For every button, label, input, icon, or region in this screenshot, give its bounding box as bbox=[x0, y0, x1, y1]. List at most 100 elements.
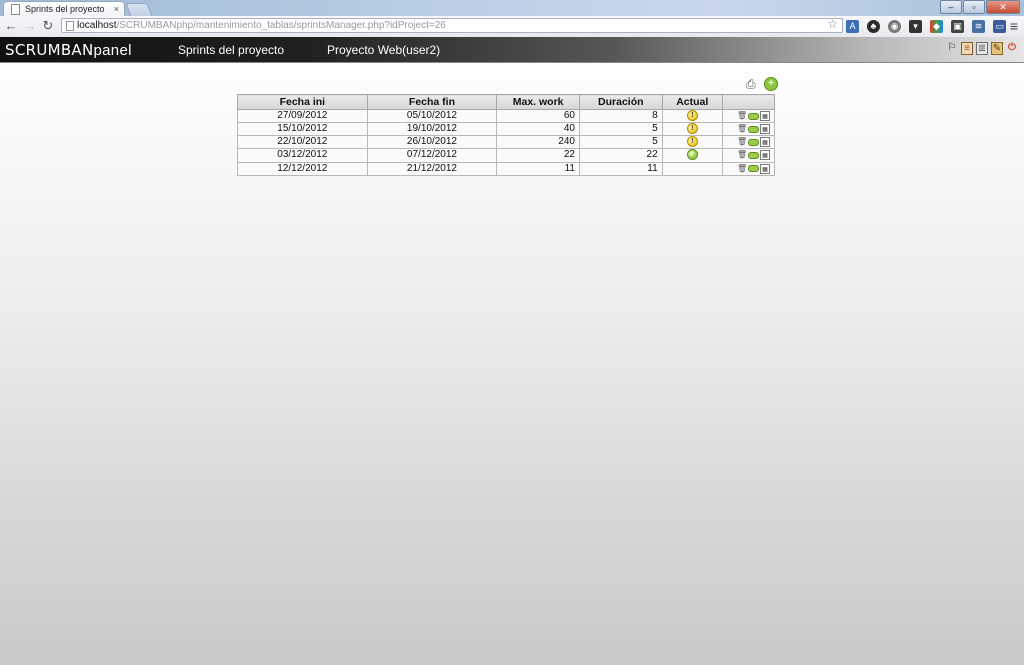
cell-row-actions: 🗑 ▦ bbox=[721, 108, 776, 124]
cell-row-actions: 🗑 ▦ bbox=[721, 122, 776, 137]
edit-icon[interactable] bbox=[748, 112, 759, 120]
cell-fecha-fin: 19/10/2012 bbox=[366, 122, 498, 137]
url-text: localhost/SCRUMBANphp/mantenimiento_tabl… bbox=[77, 19, 446, 32]
brand-part2: panel bbox=[93, 42, 132, 59]
cell-fecha-ini: 03/12/2012 bbox=[237, 148, 368, 163]
delete-icon[interactable]: 🗑 bbox=[737, 124, 747, 134]
calendar-icon[interactable]: ▦ bbox=[760, 150, 770, 161]
delete-icon[interactable]: 🗑 bbox=[737, 164, 747, 174]
table-row: 22/10/2012 26/10/2012 240 5! 🗑 ▦ bbox=[237, 135, 776, 150]
cell-duracion: 22 bbox=[578, 148, 663, 163]
edit-icon[interactable] bbox=[748, 138, 759, 146]
table-row: 03/12/2012 07/12/2012 22 22 ✓ 🗑 ▦ bbox=[237, 148, 776, 163]
nav-sprints-link[interactable]: Sprints del proyecto bbox=[178, 43, 284, 57]
cell-actual: ! bbox=[661, 135, 723, 150]
cell-max-work: 22 bbox=[496, 148, 580, 163]
window-close-button[interactable]: ✕ bbox=[986, 0, 1020, 14]
edit-icon[interactable] bbox=[748, 165, 759, 173]
new-tab-button[interactable] bbox=[125, 3, 153, 17]
calendar-icon[interactable]: ▦ bbox=[760, 111, 770, 122]
status-check-icon: ✓ bbox=[686, 149, 698, 161]
delete-icon[interactable]: 🗑 bbox=[737, 137, 747, 147]
document-icon[interactable]: ≣ bbox=[976, 42, 988, 55]
address-bar[interactable]: localhost/SCRUMBANphp/mantenimiento_tabl… bbox=[61, 18, 843, 33]
header-duracion[interactable]: Duración bbox=[578, 94, 663, 110]
tab-title: Sprints del proyecto bbox=[25, 4, 105, 14]
cell-duracion: 8 bbox=[578, 108, 663, 124]
url-host: localhost bbox=[77, 20, 117, 31]
maximize-button[interactable]: ▫ bbox=[963, 0, 985, 14]
cell-fecha-fin: 05/10/2012 bbox=[366, 108, 498, 124]
extension-pocket-icon[interactable]: ▾ bbox=[909, 20, 922, 33]
cell-fecha-fin: 21/12/2012 bbox=[366, 161, 498, 176]
brand-part1: SCRUMBAN bbox=[5, 41, 94, 59]
table-row: 15/10/2012 19/10/2012 40 5! 🗑 ▦ bbox=[237, 122, 776, 137]
cell-duracion: 11 bbox=[578, 161, 663, 176]
calendar-icon[interactable]: ▦ bbox=[760, 137, 770, 148]
row-actions: 🗑 ▦ bbox=[727, 163, 770, 174]
window-controls: – ▫ ✕ bbox=[939, 0, 1020, 14]
cell-fecha-fin: 26/10/2012 bbox=[366, 135, 498, 150]
header-max-work[interactable]: Max. work bbox=[496, 94, 580, 110]
table-actions: ⎙ + bbox=[746, 77, 778, 91]
page-icon bbox=[11, 4, 20, 15]
browser-menu-icon[interactable]: ≡ bbox=[1010, 18, 1018, 34]
extension-window-icon[interactable]: ▭ bbox=[993, 20, 1006, 33]
header-actual[interactable]: Actual bbox=[661, 94, 723, 110]
table-row: 27/09/2012 05/10/2012 60 8! 🗑 ▦ bbox=[237, 108, 776, 124]
browser-tab[interactable]: Sprints del proyecto × bbox=[3, 1, 125, 16]
cell-fecha-ini: 12/12/2012 bbox=[237, 161, 368, 176]
extension-screenshot-icon[interactable]: ▣ bbox=[951, 20, 964, 33]
runner-icon[interactable]: ⚐ bbox=[946, 42, 958, 55]
notebook-icon[interactable]: ≡ bbox=[961, 42, 973, 55]
cell-actual: ✓ bbox=[661, 148, 723, 163]
nav-project-link[interactable]: Proyecto Web(user2) bbox=[327, 43, 440, 57]
calendar-icon[interactable]: ▦ bbox=[760, 163, 770, 174]
power-icon[interactable]: ⏻ bbox=[1006, 42, 1018, 55]
extension-icons: A ♣ ◉ ▾ ◆ ▣ ≋ ▭ bbox=[846, 20, 1014, 33]
extension-wave-icon[interactable]: ≋ bbox=[972, 20, 985, 33]
browser-titlebar: Sprints del proyecto × – ▫ ✕ bbox=[0, 0, 1024, 17]
row-actions: 🗑 ▦ bbox=[727, 137, 770, 148]
add-sprint-icon[interactable]: + bbox=[764, 77, 778, 91]
cell-fecha-fin: 07/12/2012 bbox=[366, 148, 498, 163]
cell-row-actions: 🗑 ▦ bbox=[721, 161, 776, 176]
cell-fecha-ini: 27/09/2012 bbox=[237, 108, 368, 124]
cell-row-actions: 🗑 ▦ bbox=[721, 148, 776, 163]
app-header: SCRUMBANpanel Sprints del proyecto Proye… bbox=[0, 37, 1024, 63]
cell-duracion: 5 bbox=[578, 135, 663, 150]
cell-max-work: 11 bbox=[496, 161, 580, 176]
minimize-button[interactable]: – bbox=[940, 0, 962, 14]
bookmark-star-icon[interactable]: ☆ bbox=[827, 19, 838, 31]
back-arrow-icon[interactable]: ← bbox=[3, 18, 19, 34]
cell-fecha-ini: 22/10/2012 bbox=[237, 135, 368, 150]
header-fecha-ini[interactable]: Fecha ini bbox=[237, 94, 368, 110]
cell-row-actions: 🗑 ▦ bbox=[721, 135, 776, 150]
row-actions: 🗑 ▦ bbox=[727, 150, 770, 161]
cell-max-work: 60 bbox=[496, 108, 580, 124]
cell-actual: ! bbox=[661, 108, 723, 124]
extension-leaf-icon[interactable]: ♣ bbox=[867, 20, 880, 33]
delete-icon[interactable]: 🗑 bbox=[737, 150, 747, 160]
reload-icon[interactable]: ↻ bbox=[40, 18, 56, 34]
header-fecha-fin[interactable]: Fecha fin bbox=[366, 94, 498, 110]
extension-translate-icon[interactable]: A bbox=[846, 20, 859, 33]
row-actions: 🗑 ▦ bbox=[727, 111, 770, 122]
calendar-icon[interactable]: ▦ bbox=[760, 124, 770, 135]
cell-duracion: 5 bbox=[578, 122, 663, 137]
cell-actual: ! bbox=[661, 122, 723, 137]
extension-color-icon[interactable]: ◆ bbox=[930, 20, 943, 33]
row-actions: 🗑 ▦ bbox=[727, 124, 770, 135]
delete-icon[interactable]: 🗑 bbox=[737, 111, 747, 121]
print-icon[interactable]: ⎙ bbox=[746, 78, 760, 90]
extension-eye-icon[interactable]: ◉ bbox=[888, 20, 901, 33]
url-page-icon bbox=[66, 21, 74, 31]
edit-icon[interactable] bbox=[748, 125, 759, 133]
cell-max-work: 240 bbox=[496, 135, 580, 150]
status-warning-icon: ! bbox=[686, 136, 698, 148]
status-warning-icon: ! bbox=[686, 110, 698, 121]
forward-arrow-icon[interactable]: → bbox=[22, 18, 38, 34]
edit-icon[interactable] bbox=[748, 151, 759, 159]
edit-icon[interactable]: ✎ bbox=[991, 42, 1003, 55]
tab-close-icon[interactable]: × bbox=[114, 2, 119, 16]
